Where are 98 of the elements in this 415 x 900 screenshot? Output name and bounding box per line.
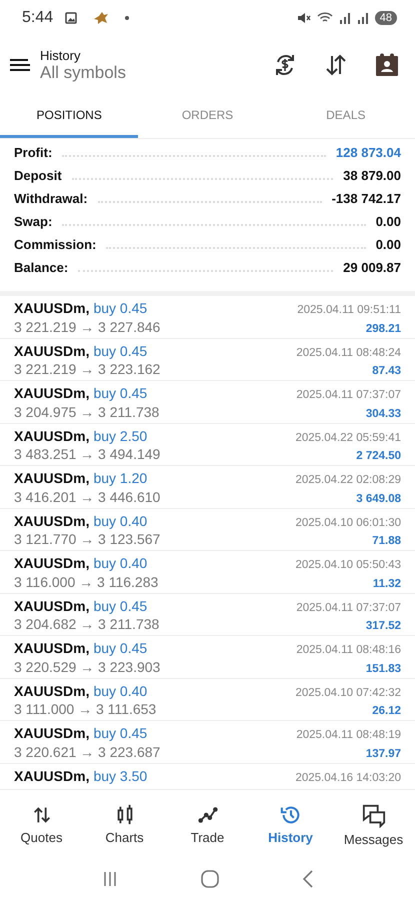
position-prices: 3 221.219 → 3 227.846 (14, 318, 160, 335)
position-symbol: XAUUSDm, (14, 385, 90, 401)
position-profit: 11.32 (372, 578, 401, 590)
position-symbol: XAUUSDm, (14, 300, 90, 316)
position-prices: 3 204.682 → 3 211.738 (14, 616, 160, 632)
position-prices: 3 220.529 → 3 223.903 (14, 658, 160, 675)
screen-title: History (40, 48, 82, 62)
position-symbol: XAUUSDm, (14, 640, 90, 656)
position-profit: 298.21 (366, 322, 401, 335)
position-volume: buy 0.45 (93, 640, 148, 656)
position-profit: 87.43 (372, 365, 401, 378)
position-time: 2025.04.11 08:48:16 (296, 644, 401, 656)
position-symbol: XAUUSDm, (14, 555, 90, 571)
position-volume: buy 2.50 (93, 428, 148, 444)
mute-icon (296, 12, 311, 24)
nav-item[interactable]: Trade (166, 800, 249, 858)
position-volume: buy 0.40 (93, 555, 148, 571)
position-prices: 3 204.975 → 3 211.738 (14, 404, 160, 420)
dot-icon (125, 16, 130, 20)
position-symbol: XAUUSDm, (14, 598, 90, 614)
trend-line-icon (196, 804, 218, 826)
position-prices: 3 121.770 → 3 123.567 (14, 531, 160, 548)
position-prices: 3 220.621 → 3 223.687 (14, 744, 160, 760)
position-profit: 151.83 (366, 662, 401, 675)
currency-exchange-icon[interactable] (273, 53, 297, 77)
tab[interactable]: DEALS (276, 94, 415, 138)
summary-label: Profit: (14, 145, 52, 160)
position-time: 2025.04.11 09:51:11 (297, 304, 401, 316)
summary-value: -138 742.17 (332, 191, 401, 206)
nav-item[interactable]: History (249, 800, 332, 858)
position-volume: buy 0.40 (93, 512, 148, 528)
position-symbol: XAUUSDm, (14, 470, 90, 486)
position-time: 2025.04.11 07:37:07 (296, 389, 401, 401)
summary-label: Commission: (14, 237, 96, 252)
position-symbol: XAUUSDm, (14, 725, 90, 741)
sort-icon[interactable] (324, 53, 348, 77)
summary-value: 0.00 (376, 237, 401, 252)
position-volume: buy 0.40 (93, 682, 148, 698)
position-prices: 3 221.219 → 3 223.162 (14, 361, 160, 378)
position-symbol: XAUUSDm, (14, 428, 90, 444)
summary-value: 0.00 (376, 214, 401, 229)
position-symbol: XAUUSDm, (14, 682, 90, 698)
position-volume: buy 1.20 (93, 470, 148, 486)
position-time: 2025.04.10 07:42:32 (295, 686, 401, 698)
summary-label: Withdrawal: (14, 191, 88, 206)
signal-icon (356, 12, 369, 24)
position-prices: 3 116.000 → 3 116.283 (14, 574, 158, 590)
history-icon (280, 804, 302, 826)
position-time: 2025.04.11 08:48:19 (296, 729, 401, 741)
position-prices: 3 416.201 → 3 446.610 (14, 488, 160, 505)
position-profit: 2 724.50 (356, 450, 401, 462)
calendar-icon[interactable] (375, 53, 399, 77)
position-volume: buy 0.45 (93, 598, 148, 614)
position-profit: 304.33 (366, 408, 401, 420)
position-profit: 71.88 (372, 535, 401, 548)
position-time: 2025.04.22 02:08:29 (295, 474, 401, 486)
symbol-filter[interactable]: All symbols (40, 62, 246, 82)
position-profit: 317.52 (366, 620, 401, 632)
position-volume: buy 3.50 (93, 768, 148, 784)
summary-value: 128 873.04 (336, 145, 401, 160)
position-time: 2025.04.10 06:01:30 (295, 516, 401, 528)
position-volume: buy 0.45 (93, 300, 148, 316)
summary-value: 29 009.87 (343, 260, 401, 275)
position-profit: 3 649.08 (356, 492, 401, 505)
position-symbol: XAUUSDm, (14, 512, 90, 528)
wifi-icon (316, 12, 333, 24)
signal-icon (338, 12, 351, 24)
image-icon (65, 12, 78, 24)
position-symbol: XAUUSDm, (14, 342, 90, 358)
position-volume: buy 0.45 (93, 725, 148, 741)
status-time: 5:44 (22, 9, 54, 27)
position-volume: buy 0.45 (93, 342, 148, 358)
position-prices: 3 483.251 → 3 494.149 (14, 446, 160, 462)
position-symbol: XAUUSDm, (14, 768, 90, 784)
position-time: 2025.04.11 08:48:24 (296, 346, 401, 358)
nav-item[interactable]: Quotes (0, 800, 83, 858)
position-prices: 3 111.000 → 3 111.653 (14, 701, 156, 718)
summary-label: Deposit (14, 168, 62, 183)
summary-value: 38 879.00 (343, 168, 401, 183)
nav-item[interactable]: Charts (83, 800, 166, 858)
position-profit: 137.97 (366, 748, 401, 760)
position-time: 2025.04.16 14:03:20 (295, 772, 401, 784)
menu-icon[interactable] (10, 58, 30, 72)
back-icon[interactable] (302, 870, 314, 888)
recent-apps-icon[interactable] (102, 871, 118, 887)
chat-icon (362, 804, 386, 828)
nav-item[interactable]: Messages (332, 800, 415, 858)
summary-label: Balance: (14, 260, 68, 275)
tab[interactable]: ORDERS (138, 94, 277, 138)
position-time: 2025.04.11 07:37:07 (296, 602, 401, 614)
home-icon[interactable] (200, 870, 218, 888)
position-time: 2025.04.10 05:50:43 (295, 559, 401, 571)
summary-label: Swap: (14, 214, 52, 229)
position-profit: 26.12 (372, 705, 401, 718)
position-volume: buy 0.45 (93, 385, 148, 401)
tab[interactable]: POSITIONS (0, 94, 138, 138)
position-time: 2025.04.22 05:59:41 (295, 432, 401, 444)
battery-badge: 48 (374, 11, 397, 25)
